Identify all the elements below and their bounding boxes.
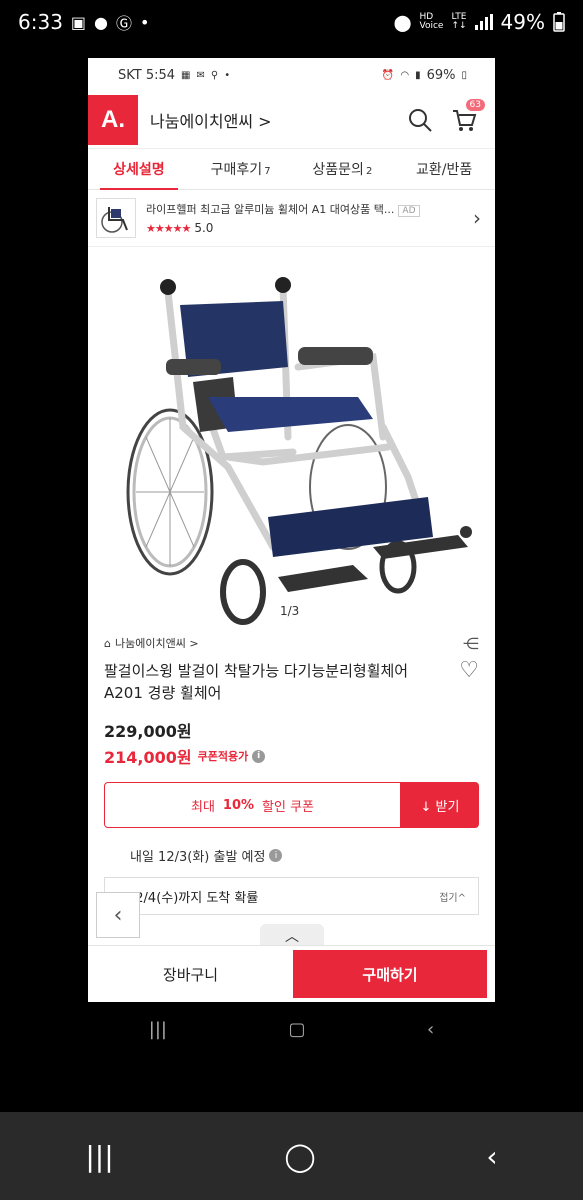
coupon-download-button[interactable]: ↓ 받기 [401,782,479,828]
gallery-counter: 1/3 [280,604,300,618]
signal-icon [474,14,493,30]
inner-carrier-time: SKT 5:54 [118,67,176,83]
battery-icon [553,12,565,32]
product-image-gallery[interactable]: 1/3 [88,247,495,632]
brand-name: 나눔에이치앤씨 > [114,637,199,650]
sale-price-row: 214,000원 쿠폰적용가 i [104,744,479,768]
cart-badge: 63 [465,99,485,111]
tab-questions[interactable]: 상품문의 2 [292,149,394,189]
fold-toggle[interactable]: 접기^ [439,889,466,904]
battery-percent: 49% [500,10,545,34]
shipping-departure: 내일 12/3(화) 출발 예정 [130,850,266,865]
app-header: A. 나눔에이치앤씨 > 63 [88,92,495,149]
shipping-row: 내일 12/3(화) 출발 예정 i [104,846,479,865]
ad-tag: AD [398,205,420,217]
hd-voice-indicator: HD Voice [419,12,444,31]
tab-returns[interactable]: 교환/반품 [393,149,495,189]
inner-nav-bar: ||| ▢ ‹ [88,1010,495,1048]
info-icon[interactable]: i [269,849,283,862]
coupon-note: 쿠폰적용가 [197,750,249,763]
gallery-icon: ▣ [70,12,87,32]
product-title: 팔걸이스윙 발걸이 착탈가능 다기능분리형휠체어 A201 경량 휠체어 [104,662,409,702]
home-button[interactable]: ◯ [284,1140,315,1173]
coupon-box: 최대 10% 할인 쿠폰 ↓ 받기 [104,782,479,828]
search-icon[interactable] [407,107,433,133]
tab-details[interactable]: 상세설명 [88,149,190,190]
device-status-bar: 6:33 ▣ ● Ⓖ • ⬤ HD Voice LTE ↑↓ 49% [0,0,583,44]
device-time: 6:33 [18,10,63,34]
purchase-bar: 장바구니 구매하기 [88,945,495,1002]
arrival-box: 12/4(수)까지 도착 확률 접기^ [104,877,479,915]
app-screenshot: SKT 5:54 ▦ ✉ ⚲ • ⏰ ◠ ▮ 69% ▯ A. 나눔에이치앤씨 … [88,58,495,1002]
recents-button[interactable]: ||| [85,1140,113,1173]
cart-icon[interactable]: 63 [451,99,485,133]
back-button[interactable]: ‹ [486,1140,497,1173]
back-icon: ‹ [427,1018,435,1040]
ad-title: 라이프헬퍼 최고급 알루미늄 휠체어 A1 대여상품 택... [146,203,395,216]
account-icon: ● [94,12,109,32]
sale-price: 214,000원 [104,748,192,767]
home-icon: ⌂ [104,636,111,650]
dot-icon: • [224,69,231,81]
ad-thumbnail [96,198,136,238]
product-tabs: 상세설명 구매후기 7 상품문의 2 교환/반품 [88,149,495,190]
tab-reviews[interactable]: 구매후기 7 [190,149,292,189]
inner-status-bar: SKT 5:54 ▦ ✉ ⚲ • ⏰ ◠ ▮ 69% ▯ [88,58,495,92]
dot-icon: • [140,12,150,32]
share-icon[interactable]: ⋲ [463,634,479,653]
ad-content: 라이프헬퍼 최고급 알루미늄 휠체어 A1 대여상품 택... AD ★★★★★ … [146,201,467,235]
sim-icon: ▦ [181,69,191,81]
add-to-cart-button[interactable]: 장바구니 [88,946,293,1002]
brand-row: ⌂ 나눔에이치앤씨 > ⋲ [104,632,479,654]
location-icon: ⬤ [393,12,412,32]
wifi-icon: ◠ [400,69,410,81]
home-icon: ▢ [288,1018,306,1040]
product-info: ⌂ 나눔에이치앤씨 > ⋲ 팔걸이스윙 발걸이 착탈가능 다기능분리형휠체어 A… [88,632,495,915]
google-icon: Ⓖ [116,14,133,33]
alarm-icon: ⏰ [381,69,395,81]
message-icon: ✉ [196,69,205,81]
chevron-right-icon[interactable]: › [467,206,487,230]
product-title-row: 팔걸이스윙 발걸이 착탈가능 다기능분리형휠체어 A201 경량 휠체어 ♡ [104,660,479,704]
back-chevron-button[interactable]: ‹ [96,892,140,938]
buy-now-button[interactable]: 구매하기 [293,950,487,998]
rating-value: 5.0 [194,221,214,235]
app-logo[interactable]: A. [88,95,138,145]
ad-banner[interactable]: 라이프헬퍼 최고급 알루미늄 휠체어 A1 대여상품 택... AD ★★★★★ … [88,190,495,247]
info-icon[interactable]: i [252,749,266,763]
arrival-text: 12/4(수)까지 도착 확률 [127,890,259,906]
heart-icon[interactable]: ♡ [459,660,479,704]
search-small-icon: ⚲ [210,69,219,81]
coupon-percent: 10% [222,797,255,813]
coupon-info[interactable]: 최대 10% 할인 쿠폰 [104,782,401,828]
original-price: 229,000원 [104,722,192,741]
wheelchair-image [126,277,472,625]
signal-small-icon: ▮ [415,69,421,81]
inner-battery: 69% [426,67,456,83]
battery-small-icon: ▯ [461,69,467,81]
lte-indicator: LTE ↑↓ [451,12,467,31]
store-name-link[interactable]: 나눔에이치앤씨 > [150,108,407,132]
device-nav-bar: ||| ◯ ‹ [0,1112,583,1200]
recents-icon: ||| [148,1018,167,1040]
rating-stars: ★★★★★ [146,221,191,235]
brand-link[interactable]: ⌂ 나눔에이치앤씨 > [104,635,199,651]
